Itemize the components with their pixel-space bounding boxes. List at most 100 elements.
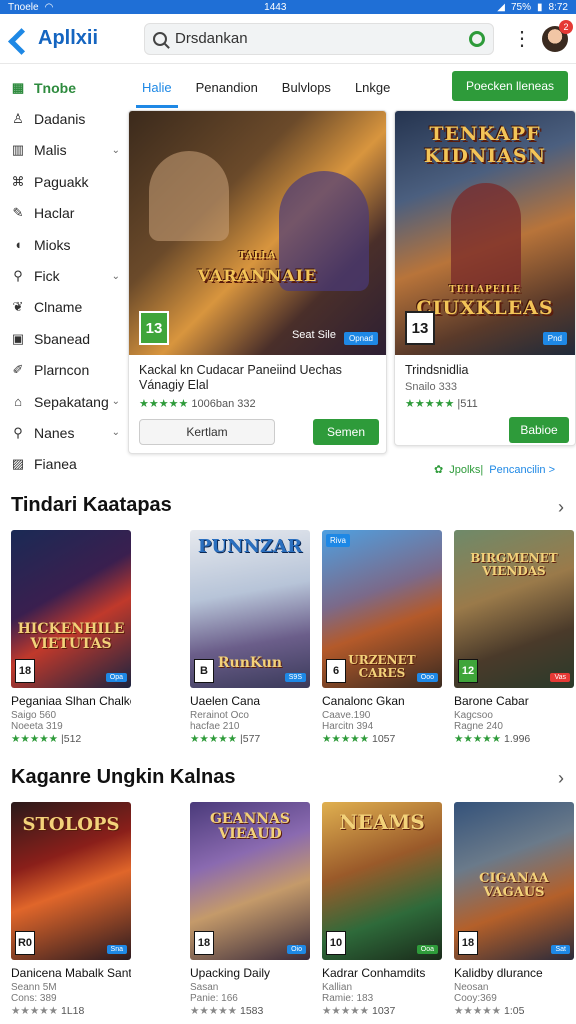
sidebar-item-mioks[interactable]: ◖ Mioks [0, 229, 126, 260]
status-time: 1443 [264, 1, 287, 13]
tab-lnkge[interactable]: Lnkge [343, 66, 402, 108]
game-thumbnail: CIGANAA VAGAUS 18 Sat [454, 802, 574, 960]
primary-button[interactable]: Babioe [509, 417, 569, 443]
secondary-button[interactable]: Kertlam [139, 419, 275, 445]
sidebar-item-label: Paguakk [34, 173, 89, 190]
stars-icon: ★★★★★ [454, 733, 502, 745]
sidebar-item-malis[interactable]: ▥ Malis ⌄ [0, 135, 126, 166]
sidebar-item-label: Haclar [34, 205, 75, 222]
thumb-title: PUNNZAR [197, 536, 303, 557]
rating-stars: ★★★★★ 1006ban 332 [139, 397, 376, 410]
sidebar-item-sepakatang[interactable]: ⌂ Sepakatang ⌄ [0, 386, 126, 417]
age-rating: 18 [15, 659, 35, 683]
thumb-title: GEANNAS VIEAUD [209, 811, 291, 842]
art-brand: Seat Sile [291, 329, 336, 341]
game-sub: Seann 5M [11, 982, 57, 993]
sidebar-item-clname[interactable]: ❦ Clname [0, 292, 126, 323]
character-figure [451, 183, 521, 293]
notification-badge: 2 [559, 19, 573, 34]
sidebar-item-plarncon[interactable]: ✐ Plarncon [0, 355, 126, 386]
sidebar-item-dadanis[interactable]: ♙ Dadanis [0, 103, 126, 134]
art-title: VARANNAIE [197, 266, 318, 285]
tab-halie[interactable]: Halie [130, 66, 184, 108]
more-options-icon[interactable]: ⋮ [512, 29, 532, 49]
rating-stars: ★★★★★ |577 [190, 733, 310, 745]
sidebar-item-tnobe[interactable]: ▦ Tnobe [0, 72, 126, 103]
thumb-title: HICKENHILE VIETUTAS [17, 621, 125, 652]
chevron-right-icon[interactable]: › [558, 497, 564, 518]
rating-stars: ★★★★★ 1:05 [454, 1005, 574, 1017]
sidebar-item-paguakk[interactable]: ⌘ Paguakk [0, 166, 126, 197]
thumb-title: BIRGMENET VIENDAS [470, 551, 558, 578]
featured-title: Trindsnidlia [405, 363, 469, 377]
game-sub: Rerainot Oco [190, 710, 249, 721]
game-card[interactable]: PUNNZAR RunKun B S9S Uaelen Cana Reraino… [190, 530, 310, 745]
thumb-tag: Ooo [416, 673, 438, 682]
game-sub: Caave.190 [322, 710, 371, 721]
chevron-down-icon: ⌄ [111, 270, 120, 282]
game-card[interactable]: CIGANAA VAGAUS 18 Sat Kalidby dlurance N… [454, 802, 574, 1017]
review-count: 1057 [372, 733, 396, 745]
featured-meta: Trindsnidlia Snailo 333 ★★★★★ |511 [395, 355, 575, 410]
featured-meta: Kackal kn Cudacar Paneiind Uechas Vánagi… [129, 355, 386, 410]
game-sub2: Harcitn 394 [322, 721, 374, 732]
leaf-icon: ❦ [12, 299, 24, 315]
top-app-bar: Apllxii ⋮ 2 [0, 14, 576, 64]
link-b[interactable]: Pencancilin > [489, 464, 555, 476]
tabs-cta-button[interactable]: Poecken lleneas [452, 71, 568, 101]
game-thumbnail: GEANNAS VIEAUD 18 Oio [190, 802, 310, 960]
sidebar-item-haclar[interactable]: ✎ Haclar [0, 198, 126, 229]
chevron-right-icon[interactable]: › [558, 768, 564, 789]
game-name: Kalidby dlurance [454, 966, 543, 980]
game-card[interactable]: NEAMS 10 Ooa Kadrar Conhamdits Kallian R… [322, 802, 442, 1017]
image-icon: ▨ [11, 456, 25, 472]
sidebar-item-sbanead[interactable]: ▣ Sbanead [0, 323, 126, 354]
gear-icon: ✿ [434, 464, 444, 476]
battery-icon: ▮ [537, 1, 543, 13]
rating-stars: ★★★★★ 1.996 [454, 733, 574, 745]
tab-bulvlops[interactable]: Bulvlops [270, 66, 343, 108]
status-bar: Tnoele ◠ 1443 ◢ 75% ▮ 8:72 [0, 0, 576, 14]
review-count: 1L18 [61, 1005, 85, 1017]
search-input[interactable] [175, 30, 461, 47]
art-tag: Pnd [542, 332, 567, 345]
section-title: Tindari Kaatapas [11, 494, 172, 516]
game-sub2: Noeeta 319 [11, 721, 63, 732]
link-a[interactable]: Jpolks| [449, 464, 483, 476]
signal-icon: ◢ [497, 1, 505, 13]
sidebar-item-label: Sbanead [34, 330, 91, 347]
search-icon[interactable] [153, 31, 167, 46]
game-name: Canalonc Gkan [322, 694, 405, 708]
sidebar-item-fick[interactable]: ⚲ Fick ⌄ [0, 260, 126, 291]
featured-card[interactable]: TALLA VARANNAIE 13 Seat Sile Opnad Kacka… [128, 110, 387, 454]
age-rating: 6 [326, 659, 346, 683]
thumb-tag: Sat [551, 945, 570, 954]
game-card[interactable]: STOLOPS R0 Sna Danicena Mabalk Santegits… [11, 802, 131, 1017]
refresh-icon[interactable] [469, 30, 485, 47]
game-card[interactable]: HICKENHILE VIETUTAS 18 Opa Peganiaa Slha… [11, 530, 131, 745]
featured-card[interactable]: TENKAPF KIDNIASN TEILAPEILE CIUXKLEAS 13… [394, 110, 576, 446]
search-icon: ⚲ [13, 268, 23, 284]
search-icon: ⚲ [13, 424, 23, 440]
character-figure [149, 151, 229, 241]
tab-penandion[interactable]: Penandion [184, 66, 270, 108]
speaker-icon: ◖ [14, 237, 22, 253]
sidebar-item-nanes[interactable]: ⚲ Nanes ⌄ [0, 417, 126, 448]
primary-button[interactable]: Semen [313, 419, 379, 445]
app-logo[interactable]: Apllxii [10, 27, 128, 50]
chevron-down-icon: ⌄ [111, 144, 120, 156]
bars-icon: ▥ [11, 142, 25, 158]
review-count: |512 [61, 733, 82, 745]
game-card[interactable]: GEANNAS VIEAUD 18 Oio Upacking Daily Sas… [190, 802, 310, 1017]
sidebar-item-label: Clname [34, 299, 83, 316]
game-card[interactable]: BIRGMENET VIENDAS 12 Vas Barone Cabar Ka… [454, 530, 574, 745]
avatar[interactable]: 2 [542, 19, 573, 52]
status-clock: 8:72 [548, 1, 568, 13]
art-subtitle: TALLA [238, 251, 277, 261]
sidebar-item-fianea[interactable]: ▨ Fianea [0, 449, 126, 480]
sidebar-item-label: Sepakatang [34, 393, 109, 410]
review-count: 1.996 [504, 733, 531, 745]
game-card[interactable]: Riva URZENET CARES 6 Ooo Canalonc Gkan C… [322, 530, 442, 745]
game-name: Uaelen Cana [190, 694, 261, 708]
game-thumbnail: PUNNZAR RunKun B S9S [190, 530, 310, 688]
